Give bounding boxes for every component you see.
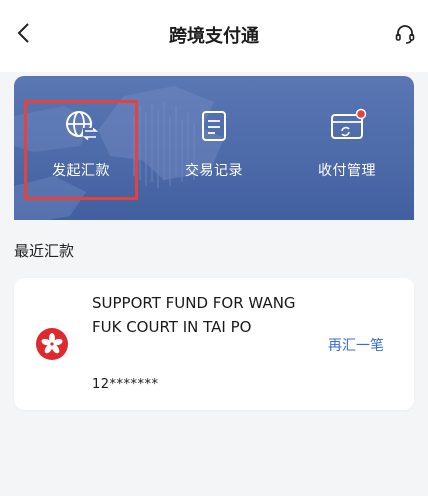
page-title: 跨境支付通 — [169, 26, 259, 47]
headset-icon — [395, 25, 415, 44]
initiate-remittance-button[interactable]: 发起汇款 — [26, 106, 136, 196]
transaction-records-button[interactable]: 交易记录 — [159, 106, 269, 196]
recent-payee-card[interactable]: SUPPORT FUND FOR WANG FUK COURT IN TAI P… — [14, 278, 414, 410]
globe-transfer-icon — [66, 111, 99, 141]
document-list-icon — [202, 111, 226, 141]
top-bar: 跨境支付通 — [0, 0, 428, 72]
notification-badge — [355, 108, 367, 120]
initiate-remittance-label: 发起汇款 — [52, 163, 110, 179]
transaction-records-label: 交易记录 — [185, 163, 243, 179]
hong-kong-flag-icon — [36, 328, 68, 360]
section-title: 最近汇款 — [14, 242, 75, 260]
quick-actions-banner: 发起汇款 交易记录 收付管理 — [14, 76, 414, 236]
recent-remittance-section: 最近汇款 SUPPORT FUND FOR WANG FUK COURT IN … — [0, 220, 428, 496]
remit-again-button[interactable]: 再汇一笔 — [328, 335, 384, 355]
payee-account-number: 12******* — [92, 377, 159, 392]
payment-management-label: 收付管理 — [318, 163, 376, 179]
card-sync-icon — [331, 108, 367, 139]
payment-management-button[interactable]: 收付管理 — [292, 106, 402, 196]
payee-name: SUPPORT FUND FOR WANG FUK COURT IN TAI P… — [92, 294, 296, 336]
customer-service-button[interactable] — [390, 18, 420, 50]
